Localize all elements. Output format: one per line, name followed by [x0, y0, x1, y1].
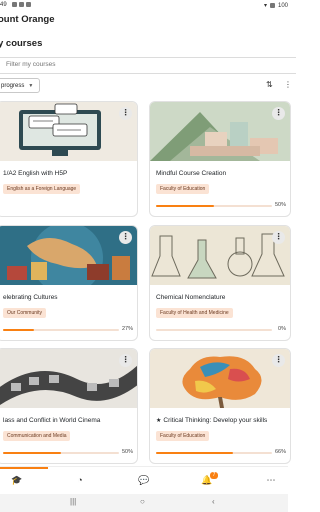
course-image — [0, 349, 137, 408]
course-category: Communication and Media — [3, 431, 71, 441]
progress-percent: 50% — [274, 202, 286, 208]
progress-percent: 0% — [278, 326, 286, 332]
filter-selected: progress — [1, 82, 25, 89]
graduation-cap-icon[interactable]: 🎓 — [10, 475, 24, 486]
battery-icon — [269, 3, 275, 8]
course-image — [150, 349, 290, 408]
course-category: Faculty of Education — [156, 184, 210, 194]
course-image — [150, 102, 290, 161]
course-image — [0, 226, 137, 285]
more-vertical-icon[interactable]: ⋮ — [119, 107, 132, 120]
more-vertical-icon[interactable]: ⋮ — [272, 231, 285, 244]
progress-bar — [156, 329, 272, 331]
status-bar: 49 ▾ 100 — [0, 0, 288, 12]
course-title[interactable]: Chemical Nomenclature — [156, 294, 225, 301]
course-title[interactable]: 1/A2 English with H5P — [3, 170, 67, 177]
course-card[interactable]: ⋮ Chemical Nomenclature Faculty of Healt… — [149, 225, 291, 341]
home-icon[interactable]: ○ — [140, 497, 145, 506]
more-vertical-icon[interactable]: ⋮ — [119, 231, 132, 244]
course-category: Faculty of Health and Medicine — [156, 308, 233, 318]
progress-percent: 50% — [121, 449, 133, 455]
app-title: ount Orange — [0, 14, 55, 25]
course-card[interactable]: ⋮ ★ Critical Thinking: Develop your skill… — [149, 348, 291, 464]
status-left-icons — [12, 2, 31, 7]
progress-bar — [3, 329, 119, 331]
active-tab-indicator — [0, 467, 48, 469]
progress-fill — [156, 452, 233, 454]
progress-percent: 27% — [121, 326, 133, 332]
course-card[interactable]: ⋮ 1/A2 English with H5P English as a For… — [0, 101, 138, 217]
progress-bar — [3, 452, 119, 454]
course-title[interactable]: ★ Critical Thinking: Develop your skills — [156, 417, 267, 424]
course-category: Our Community — [3, 308, 47, 318]
more-vertical-icon[interactable]: ⋮ — [284, 80, 292, 89]
progress-bar — [156, 452, 272, 454]
chevron-down-icon: ▼ — [28, 82, 34, 89]
course-title[interactable]: lass and Conflict in World Cinema — [3, 417, 100, 424]
notification-icon — [12, 2, 17, 7]
course-card[interactable]: ⋮ lass and Conflict in World Cinema Comm… — [0, 348, 138, 464]
android-icon — [26, 2, 31, 7]
course-category: Faculty of Education — [156, 431, 210, 441]
course-title-text: Critical Thinking: Develop your skills — [163, 417, 268, 424]
wifi-icon: ▾ — [263, 3, 267, 9]
more-vertical-icon[interactable]: ⋮ — [272, 107, 285, 120]
battery-level: 100 — [277, 2, 288, 9]
bottom-navigation: 🎓 ◔ 💬 🔔 7 ⋯ — [0, 466, 288, 494]
course-image — [150, 226, 290, 285]
course-card[interactable]: ⋮ elebrating Cultures Our Community 27% — [0, 225, 138, 341]
course-title[interactable]: Mindful Course Creation — [156, 170, 226, 177]
status-right: ▾ 100 — [263, 2, 288, 10]
progress-percent: 66% — [274, 449, 286, 455]
status-time: 49 — [0, 2, 7, 8]
progress-fill — [3, 329, 35, 331]
sort-icon[interactable]: ⇅ — [266, 80, 273, 89]
progress-fill — [3, 452, 61, 454]
course-category: English as a Foreign Language — [3, 184, 81, 194]
progress-filter-dropdown[interactable]: progress ▼ — [0, 78, 40, 93]
course-image — [0, 102, 137, 161]
more-vertical-icon[interactable]: ⋮ — [119, 354, 132, 367]
course-card[interactable]: ⋮ Mindful Course Creation Faculty of Edu… — [149, 101, 291, 217]
course-title[interactable]: elebrating Cultures — [3, 294, 58, 301]
more-vertical-icon[interactable]: ⋮ — [272, 354, 285, 367]
android-icon — [19, 2, 24, 7]
progress-bar — [156, 205, 272, 207]
dashboard-icon[interactable]: ◔ — [73, 475, 87, 485]
system-navigation-bar: ||| ○ ‹ — [0, 494, 288, 512]
search-input[interactable] — [6, 61, 206, 68]
progress-fill — [156, 205, 214, 207]
page-title: y courses — [0, 38, 43, 49]
back-icon[interactable]: ‹ — [212, 497, 215, 506]
star-icon: ★ — [156, 418, 162, 424]
search-bar — [0, 57, 296, 74]
notification-badge: 7 — [210, 472, 218, 479]
more-horizontal-icon[interactable]: ⋯ — [264, 475, 278, 486]
recents-icon[interactable]: ||| — [70, 497, 76, 506]
chat-icon[interactable]: 💬 — [137, 475, 151, 486]
